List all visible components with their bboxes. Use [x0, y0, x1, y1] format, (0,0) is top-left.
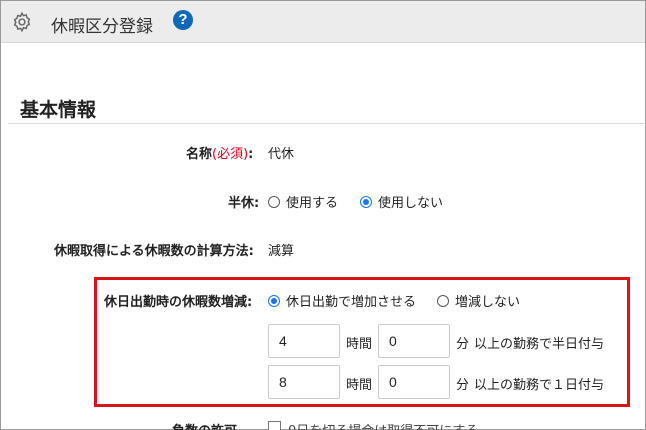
name-value: 代休 [268, 147, 295, 162]
radio-selected-icon [360, 196, 372, 208]
no-change-option-label: 増減しない [455, 295, 521, 310]
radio-selected-icon [268, 295, 280, 307]
hours-unit: 時間 [346, 378, 373, 393]
section-title: 基本情報 [20, 99, 97, 121]
radio-icon [268, 196, 280, 208]
negative-text: 0日を切る場合は取得不可にする [288, 420, 478, 430]
holiday-increase-option-label: 休日出勤で増加させる [286, 295, 417, 310]
minutes-unit: 分 [456, 378, 470, 393]
half-day-use-radio[interactable]: 使用する [268, 192, 338, 211]
half-day-use-label: 使用する [286, 196, 339, 211]
holiday-increase-label: 休日出勤時の休暇数増減: [104, 295, 253, 310]
calc-method-value: 減算 [268, 244, 295, 259]
title-bar: 休暇区分登録 ? [1, 1, 645, 43]
minutes-unit: 分 [456, 337, 470, 352]
help-icon[interactable]: ? [173, 10, 193, 30]
half-day-label: 半休: [228, 196, 260, 211]
half-day-hours-input[interactable]: 4 [268, 324, 340, 358]
full-day-hours-input[interactable]: 8 [268, 365, 340, 399]
name-label-colon: : [248, 147, 254, 162]
half-day-not-use-radio[interactable]: 使用しない [360, 192, 443, 211]
section-divider [8, 123, 644, 124]
gear-icon[interactable] [11, 11, 33, 33]
half-day-not-use-label: 使用しない [378, 196, 444, 211]
half-day-minutes-input[interactable]: 0 [378, 324, 450, 358]
name-label-text: 名称 [186, 147, 213, 162]
calc-method-label: 休暇取得による休暇数の計算方法: [54, 244, 254, 259]
hours-unit: 時間 [346, 337, 373, 352]
holiday-increase-radio[interactable]: 休日出勤で増加させる [268, 291, 416, 310]
negative-label: 負数の許可 [172, 420, 237, 430]
negative-checkbox[interactable] [268, 421, 281, 430]
full-day-suffix: 以上の勤務で１日付与 [474, 378, 605, 393]
half-day-suffix: 以上の勤務で半日付与 [474, 337, 605, 352]
no-change-radio[interactable]: 増減しない [437, 291, 520, 310]
page-title: 休暇区分登録 [51, 17, 153, 37]
required-marker: (必須) [212, 147, 249, 162]
name-label: 名称(必須): [186, 143, 253, 162]
radio-icon [437, 295, 449, 307]
full-day-minutes-input[interactable]: 0 [378, 365, 450, 399]
